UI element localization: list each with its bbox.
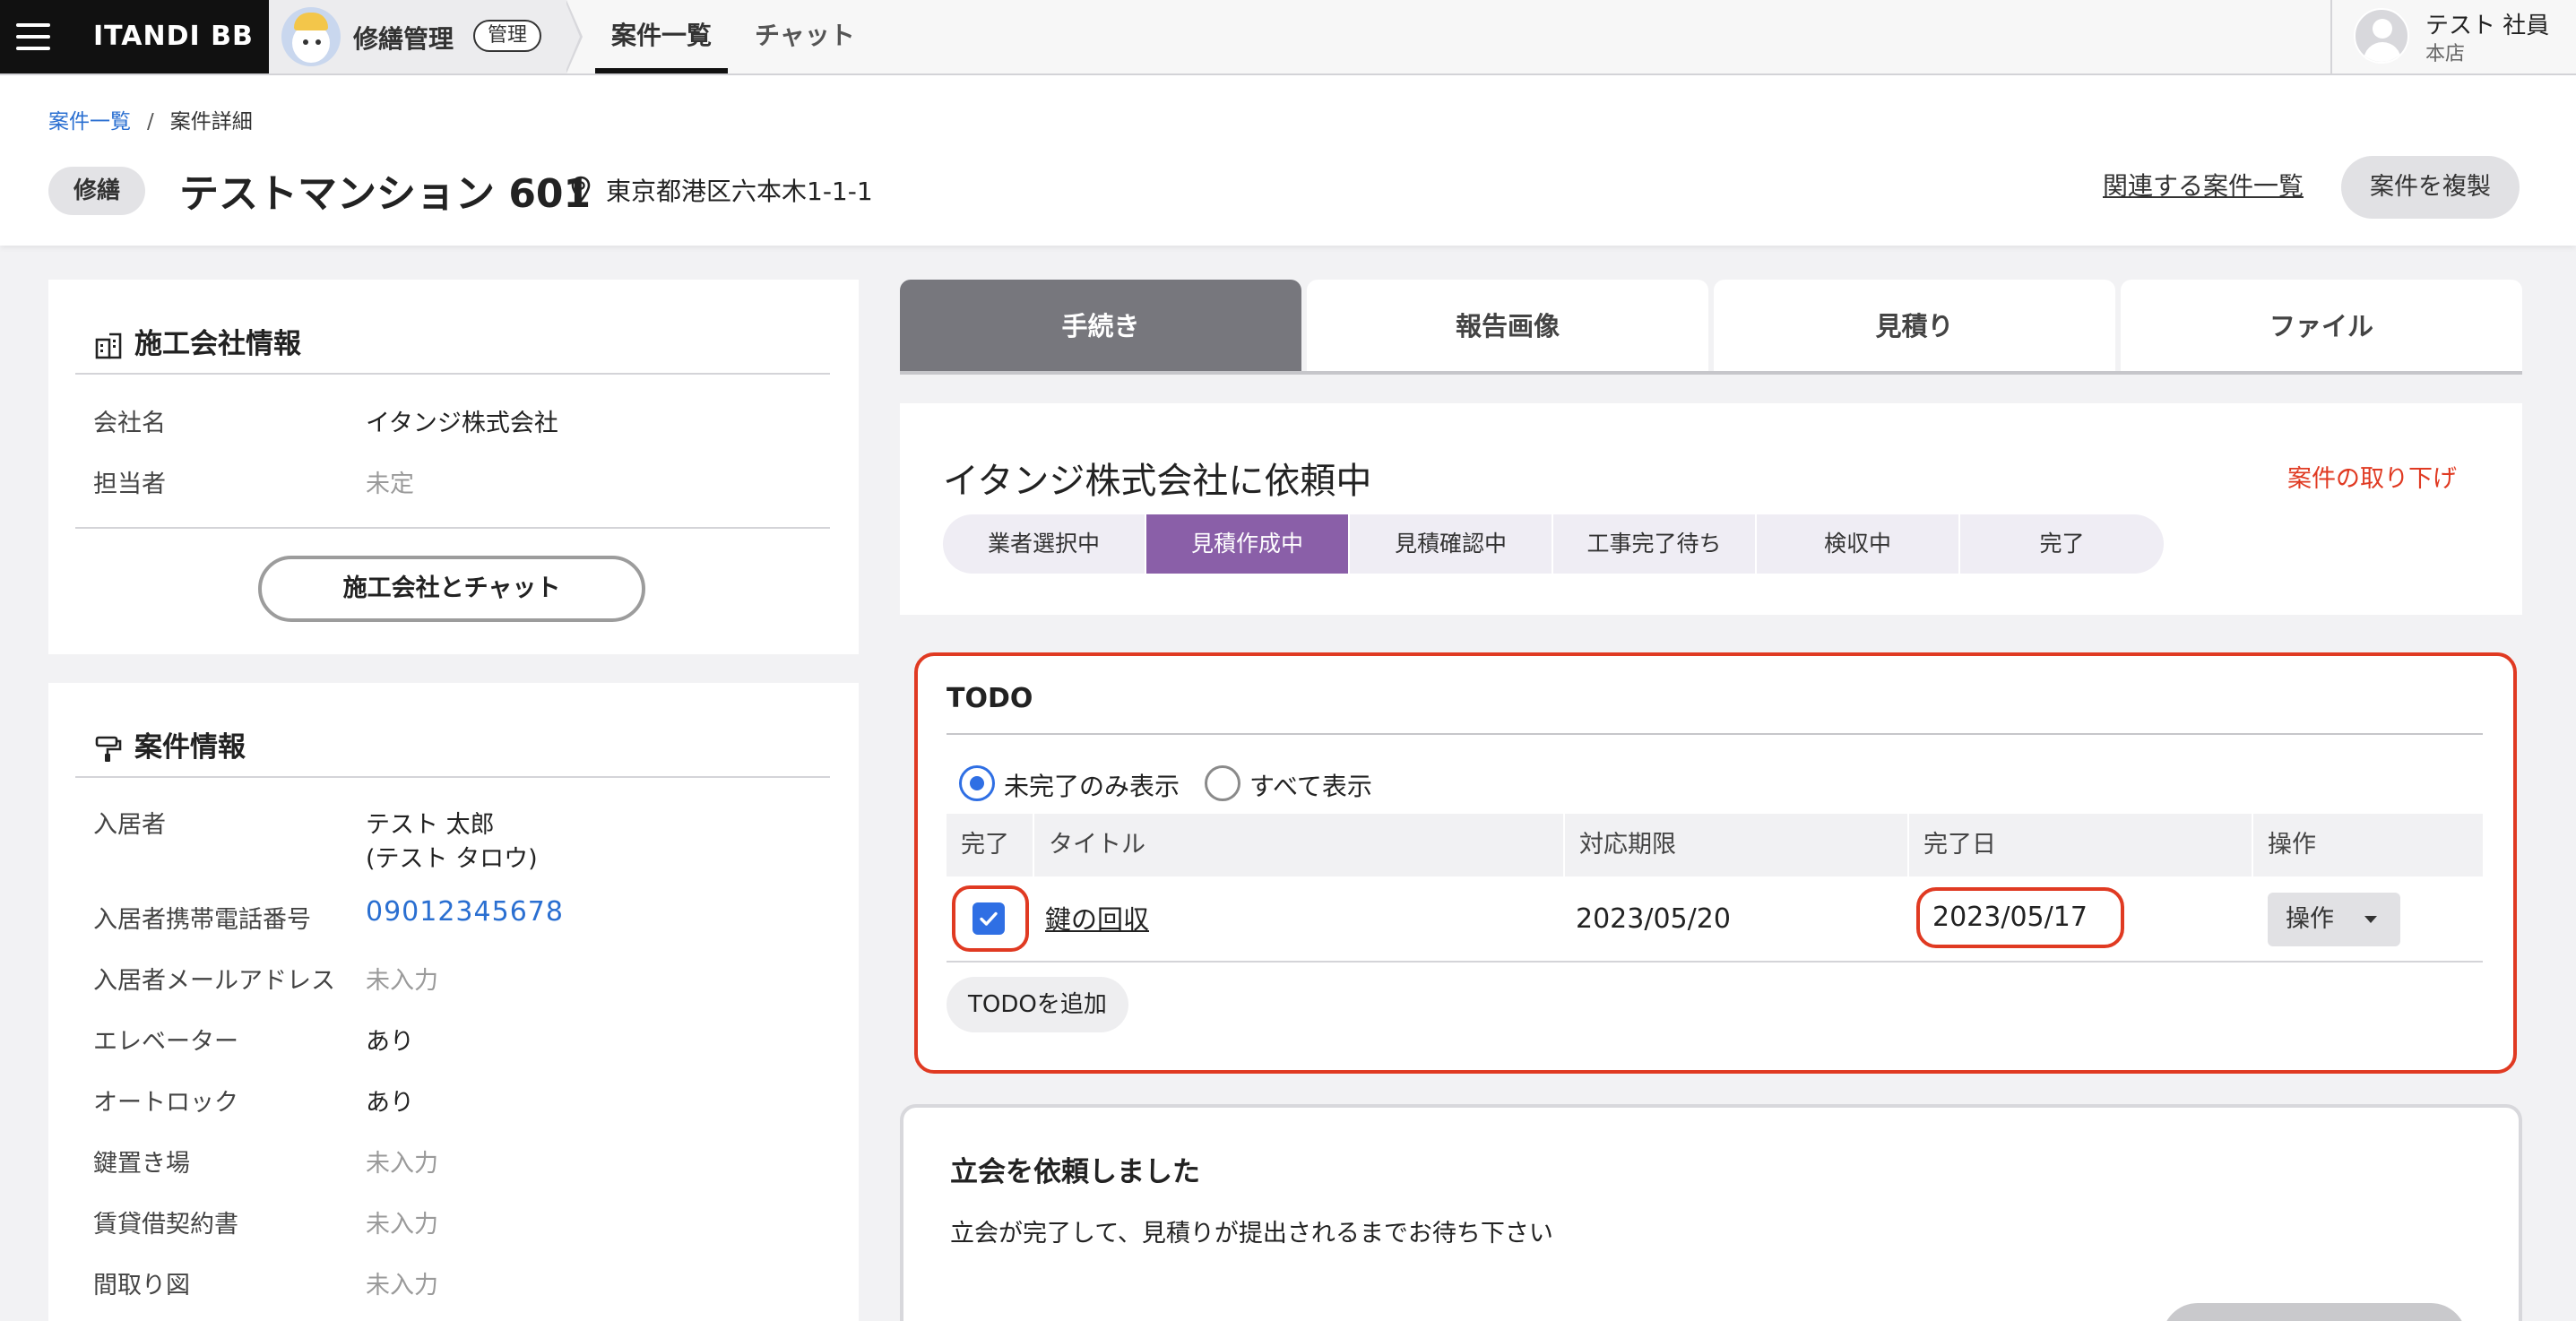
autolock-value: あり — [366, 1089, 414, 1117]
tab-estimates[interactable]: 見積り — [1714, 280, 2115, 373]
paint-roller-icon — [95, 736, 122, 762]
page-title: テストマンション 601 — [179, 171, 592, 217]
lease-contract-value: 未入力 — [366, 1211, 438, 1239]
top-bar: ITANDI BB 修繕管理 管理 案件一覧 チャット テスト 社員 本店 — [0, 0, 2576, 75]
floor-plan-value: 未入力 — [366, 1272, 438, 1299]
person-in-charge-label: 担当者 — [93, 471, 166, 498]
tab-procedures[interactable]: 手続き — [900, 280, 1301, 373]
nav-cases[interactable]: 案件一覧 — [595, 0, 728, 73]
todo-card: TODO 未完了のみ表示 すべて表示 完了 タイトル 対応期限 完了日 操作 鍵… — [914, 652, 2517, 1074]
case-info-card-title: 案件情報 — [93, 724, 246, 764]
tenant-label: 入居者 — [93, 811, 166, 839]
col-title: タイトル — [1033, 814, 1563, 876]
autolock-label: オートロック — [93, 1089, 238, 1117]
person-in-charge-value: 未定 — [366, 471, 414, 498]
todo-deadline: 2023/05/20 — [1576, 903, 1731, 935]
status-card: イタンジ株式会社に依頼中 案件の取り下げ 業者選択中 見積作成中 見積確認中 工… — [900, 403, 2522, 615]
step-estimate-review: 見積確認中 — [1350, 514, 1553, 574]
company-name-label: 会社名 — [93, 410, 166, 437]
tenant-name: テスト 太郎 — [366, 811, 495, 839]
step-inspection: 検収中 — [1757, 514, 1960, 574]
user-name: テスト 社員 — [2425, 13, 2550, 39]
step-contractor-selection: 業者選択中 — [943, 514, 1146, 574]
todo-title: TODO — [947, 683, 1033, 714]
todo-done-checkbox[interactable] — [972, 902, 1005, 935]
col-done: 完了 — [961, 831, 1009, 859]
company-name-value: イタンジ株式会社 — [366, 410, 558, 437]
radio-unselected-icon — [1205, 765, 1240, 801]
tenant-phone-label: 入居者携帯電話番号 — [93, 906, 311, 934]
tenant-phone-link[interactable]: 09012345678 — [366, 896, 564, 928]
step-done: 完了 — [2039, 531, 2085, 557]
tenant-email-label: 入居者メールアドレス — [93, 967, 335, 995]
case-header: 案件一覧 / 案件詳細 修繕 テストマンション 601 東京都港区六本木1-1-1 … — [0, 75, 2576, 246]
key-location-label: 鍵置き場 — [93, 1150, 190, 1178]
tab-report-images[interactable]: 報告画像 — [1307, 280, 1708, 373]
contractor-card-title: 施工会社情報 — [93, 321, 301, 361]
duplicate-case-button[interactable]: 案件を複製 — [2341, 156, 2520, 219]
table-row: 鍵の回収 2023/05/20 2023/05/17 操作 — [947, 876, 2483, 963]
check-icon — [980, 911, 998, 926]
chat-with-contractor-button[interactable]: 施工会社とチャット — [258, 556, 645, 622]
case-info-card: 案件情報 入居者 テスト 太郎 (テスト タロウ) 入居者携帯電話番号 0901… — [48, 683, 859, 1321]
user-avatar-icon — [2354, 8, 2409, 64]
withdraw-case-link[interactable]: 案件の取り下げ — [2287, 459, 2457, 494]
meeting-request-card: 立会を依頼しました 立会が完了して、見積りが提出されるまでお待ち下さい — [900, 1104, 2522, 1321]
related-cases-link[interactable]: 関連する案件一覧 — [2103, 167, 2304, 203]
todo-completed-date: 2023/05/17 — [1932, 902, 2088, 933]
tenant-name-kana: (テスト タロウ) — [366, 845, 538, 873]
col-completed-date: 完了日 — [1907, 814, 2252, 876]
floor-plan-label: 間取り図 — [93, 1272, 190, 1299]
col-actions: 操作 — [2252, 814, 2483, 876]
radio-selected-icon — [959, 765, 995, 801]
nav-chat[interactable]: チャット — [755, 0, 855, 73]
meeting-action-button[interactable] — [2162, 1303, 2467, 1321]
caret-down-icon — [2364, 916, 2377, 923]
status-title: イタンジ株式会社に依頼中 — [943, 461, 1372, 502]
elevator-label: エレベーター — [93, 1028, 238, 1056]
property-address: 東京都港区六本木1-1-1 — [606, 177, 873, 206]
add-todo-button[interactable]: TODOを追加 — [947, 977, 1128, 1032]
key-location-value: 未入力 — [366, 1150, 438, 1178]
step-estimate-creation: 見積作成中 — [1146, 514, 1350, 574]
app-logo[interactable]: ITANDI BB — [66, 0, 269, 73]
contractor-card: 施工会社情報 会社名 イタンジ株式会社 担当者 未定 施工会社とチャット — [48, 280, 859, 654]
menu-icon[interactable] — [0, 0, 66, 73]
meeting-title: 立会を依頼しました — [950, 1156, 1200, 1188]
elevator-value: あり — [366, 1028, 414, 1056]
todo-title-link[interactable]: 鍵の回収 — [1045, 876, 1149, 963]
breadcrumb: 案件一覧 / 案件詳細 — [48, 104, 253, 134]
user-branch: 本店 — [2425, 43, 2466, 65]
category-badge: 修繕 — [48, 167, 146, 215]
app-role-badge: 管理 — [473, 20, 542, 52]
tenant-email-value: 未入力 — [366, 967, 438, 995]
progress-steps: 業者選択中 見積作成中 見積確認中 工事完了待ち 検収中 完了 — [943, 514, 2164, 574]
breadcrumb-current: 案件詳細 — [169, 110, 253, 134]
lease-contract-label: 賃貸借契約書 — [93, 1211, 238, 1239]
todo-table-header: 完了 タイトル 対応期限 完了日 操作 — [947, 814, 2483, 876]
location-pin-icon — [571, 176, 591, 203]
meeting-description: 立会が完了して、見積りが提出されるまでお待ち下さい — [950, 1220, 1553, 1248]
todo-actions-button[interactable]: 操作 — [2268, 893, 2400, 946]
app-mascot-icon — [281, 7, 341, 66]
app-name: 修繕管理 — [353, 24, 454, 54]
col-deadline: 対応期限 — [1563, 814, 1907, 876]
breadcrumb-separator: / — [147, 110, 154, 134]
step-awaiting-completion: 工事完了待ち — [1553, 514, 1757, 574]
building-icon — [95, 332, 122, 358]
breadcrumb-case-list[interactable]: 案件一覧 — [48, 110, 131, 134]
user-menu[interactable]: テスト 社員 本店 — [2330, 0, 2576, 73]
tab-files[interactable]: ファイル — [2121, 280, 2522, 373]
